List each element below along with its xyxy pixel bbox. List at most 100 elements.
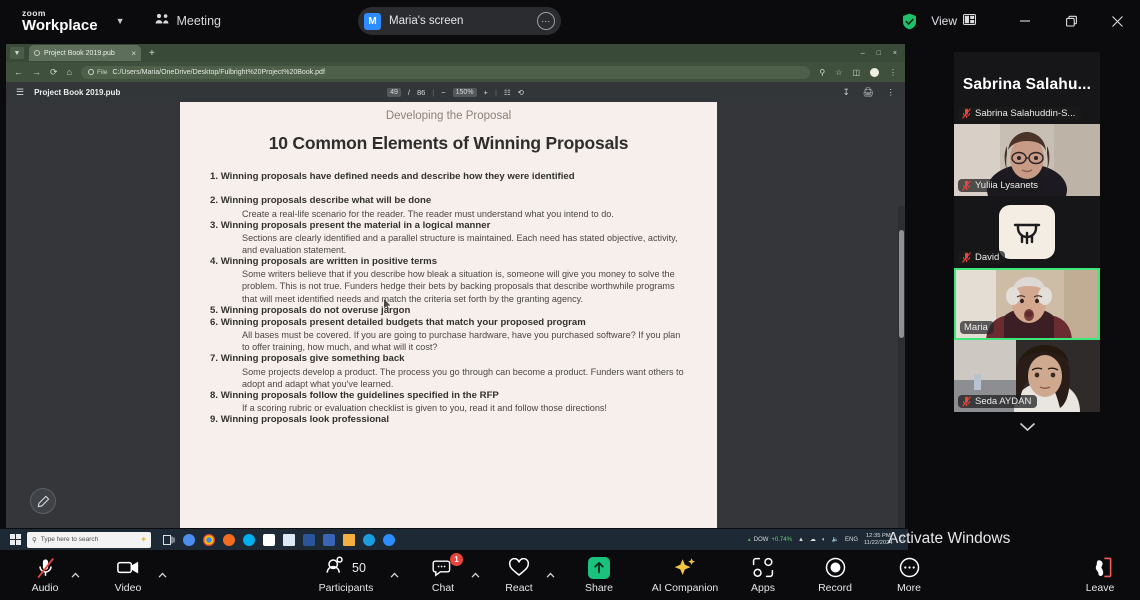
rotate-icon[interactable]: ⟲ [518, 88, 524, 97]
address-bar[interactable]: File C:/Users/Maria/OneDrive/Desktop/Ful… [80, 65, 811, 79]
extensions-icon[interactable]: ◫ [852, 68, 860, 77]
copilot-sparkle-icon[interactable]: ✦ [140, 535, 147, 544]
chevron-up-icon[interactable]: ▲ [798, 537, 804, 543]
record-icon [825, 557, 846, 579]
audio-options-caret[interactable] [66, 550, 84, 600]
edge-icon[interactable] [359, 529, 379, 550]
mouse-cursor [384, 297, 391, 310]
meeting-tab[interactable]: Meeting [155, 12, 221, 30]
pdf-zoom-in-button[interactable]: + [484, 88, 488, 97]
more-options-icon[interactable]: ⋯ [537, 12, 555, 30]
list-item-heading: Winning proposals follow the guidelines … [220, 389, 499, 401]
minimize-icon[interactable] [1002, 0, 1048, 42]
list-item: 4. Winning proposals are written in posi… [210, 256, 438, 268]
pdf-zoom-level[interactable]: 150% [452, 87, 477, 97]
participants-options-caret[interactable] [385, 550, 403, 600]
sheets-icon[interactable] [279, 529, 299, 550]
chrome-icon[interactable] [199, 529, 219, 550]
language-indicator[interactable]: ENG [845, 537, 858, 543]
participant-name-badge: Sabrina Salahuddin-S... [958, 107, 1082, 120]
fit-page-icon[interactable]: ☷ [504, 88, 511, 97]
video-button[interactable]: Video [105, 550, 151, 600]
ai-companion-button[interactable]: AI Companion [639, 550, 731, 600]
apps-button[interactable]: Apps [740, 550, 786, 600]
maximize-icon[interactable]: □ [877, 50, 881, 57]
sidebar-toggle-icon[interactable]: ☰ [16, 87, 24, 98]
tab-search-icon[interactable]: ▼ [10, 47, 24, 59]
participant-filmstrip: Sabrina Salahu... Sabrina Salahuddin-S..… [908, 44, 1140, 528]
share-screen-button[interactable]: Share [575, 550, 623, 600]
search-icon[interactable]: ⚲ [819, 68, 825, 77]
minimize-icon[interactable]: – [861, 50, 865, 57]
network-icon[interactable]: ◐ [822, 537, 826, 543]
search-input[interactable]: ⚲ Type here to search ✦ [27, 531, 151, 548]
zoom-icon[interactable] [379, 529, 399, 550]
browser-tab[interactable]: Project Book 2019.pub × [29, 45, 141, 61]
video-options-caret[interactable] [153, 550, 171, 600]
participant-tile[interactable]: David [954, 196, 1100, 268]
react-options-caret[interactable] [541, 550, 559, 600]
profile-avatar-icon[interactable] [870, 67, 879, 77]
ai-sparkle-icon [673, 557, 697, 579]
participant-tile-active-speaker[interactable]: Maria [954, 268, 1100, 340]
participant-tile[interactable]: Yuliia Lysanets [954, 124, 1100, 196]
reload-icon[interactable]: ⟳ [50, 67, 58, 78]
pdf-current-page[interactable]: 49 [387, 87, 401, 97]
react-button[interactable]: React [496, 550, 542, 600]
more-button[interactable]: More [886, 550, 932, 600]
close-icon[interactable] [1094, 0, 1140, 42]
file-chip: File [87, 69, 107, 76]
leave-button[interactable]: Leave [1076, 550, 1124, 600]
more-vertical-icon[interactable]: ⋮ [887, 87, 896, 98]
participant-tile[interactable]: Seda AYDAN [954, 340, 1100, 412]
volume-icon[interactable]: 🔈 [832, 536, 839, 543]
participant-name: Sabrina Salahuddin-S... [975, 108, 1076, 119]
pencil-annotate-icon[interactable] [30, 488, 56, 514]
file-explorer-icon[interactable] [339, 529, 359, 550]
record-button[interactable]: Record [812, 550, 858, 600]
close-icon[interactable]: × [893, 50, 897, 57]
participants-button[interactable]: 50 Participants [316, 550, 376, 600]
back-arrow-icon[interactable]: ← [14, 67, 23, 77]
edge-copilot-icon[interactable] [179, 529, 199, 550]
browser-menu-icon[interactable]: ⋮ [889, 68, 897, 77]
microphone-muted-icon [962, 252, 971, 263]
document-kicker: Developing the Proposal [385, 110, 512, 122]
firefox-icon[interactable] [219, 529, 239, 550]
participant-tile[interactable]: Sabrina Salahu... Sabrina Salahuddin-S..… [954, 52, 1100, 124]
new-tab-button[interactable]: + [149, 48, 155, 59]
chevron-down-icon[interactable]: ▼ [116, 16, 125, 26]
clock[interactable]: 12:35 PM 11/22/2024 [864, 533, 893, 545]
word-icon[interactable] [299, 529, 319, 550]
skype-icon[interactable] [239, 529, 259, 550]
windows-start-icon[interactable] [3, 529, 27, 550]
home-icon[interactable]: ⌂ [67, 67, 72, 77]
record-label: Record [818, 581, 852, 594]
google-icon[interactable] [259, 529, 279, 550]
stock-label: DOW [753, 536, 769, 543]
view-button[interactable]: View [931, 12, 976, 30]
star-icon[interactable]: ☆ [835, 68, 842, 77]
pdf-scrollbar-thumb[interactable] [899, 230, 904, 338]
screen-share-indicator[interactable]: M Maria's screen ⋯ [358, 7, 561, 35]
chat-options-caret[interactable] [466, 550, 484, 600]
participant-name: Maria [964, 322, 988, 333]
stock-widget[interactable]: ▴ DOW +0.74% [748, 536, 792, 544]
pdf-zoom-out-button[interactable]: − [441, 88, 445, 97]
chevron-down-icon[interactable] [954, 416, 1100, 438]
download-icon[interactable]: ↧ [843, 87, 850, 98]
pdf-viewport[interactable]: Developing the Proposal 10 Common Elemen… [6, 102, 905, 528]
security-shield-icon[interactable] [902, 13, 917, 30]
close-icon[interactable]: × [131, 49, 136, 58]
forward-arrow-icon[interactable]: → [32, 67, 41, 77]
notifications-icon[interactable]: ☐ [899, 536, 904, 543]
restore-window-icon[interactable] [1048, 0, 1094, 42]
print-icon[interactable]: 🖨 [863, 87, 874, 98]
logo-zoom-text: zoom [22, 7, 46, 18]
onedrive-icon[interactable]: ☁ [810, 536, 816, 543]
powerpoint-icon[interactable] [319, 529, 339, 550]
chat-button[interactable]: 1 Chat [420, 550, 466, 600]
audio-button[interactable]: Audio [22, 550, 68, 600]
layout-icon [963, 12, 976, 30]
task-view-icon[interactable] [159, 529, 179, 550]
